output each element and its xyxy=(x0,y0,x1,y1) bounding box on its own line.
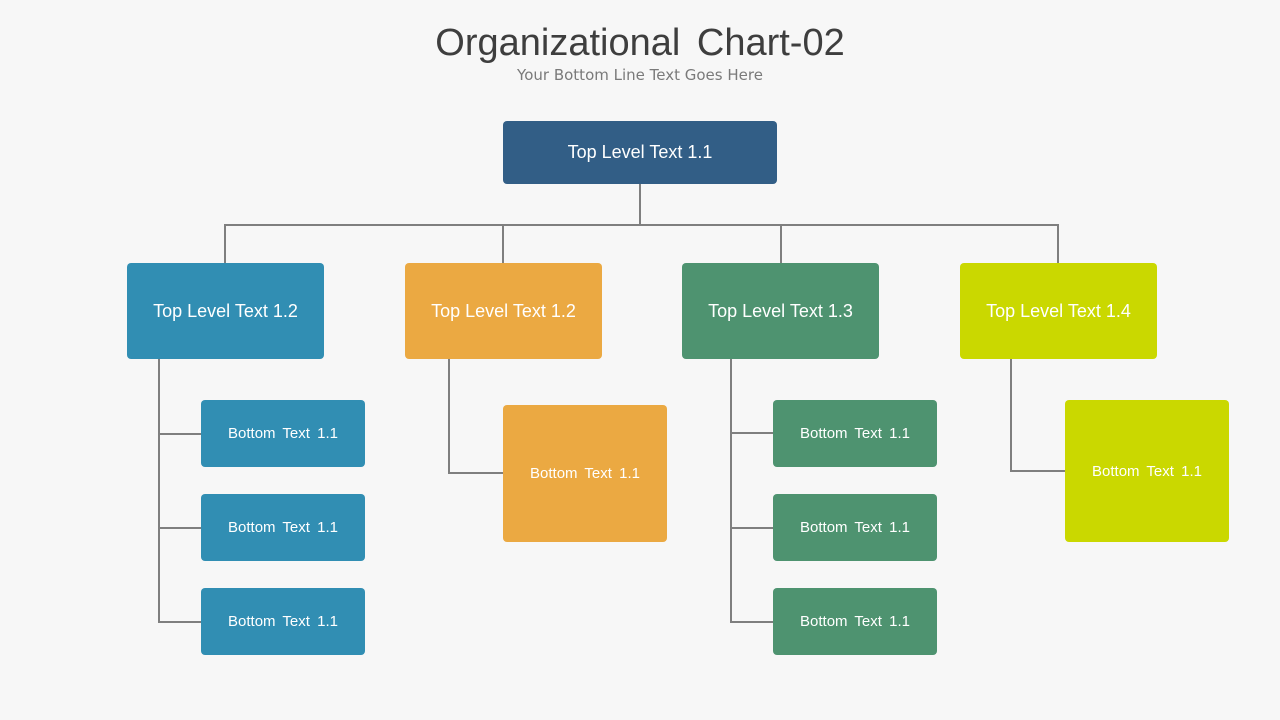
child-node-1-3[interactable]: Bottom Text 1.1 xyxy=(201,588,365,655)
page-subtitle: Your Bottom Line Text Goes Here xyxy=(517,66,763,84)
branch-node-1[interactable]: Top Level Text 1.2 xyxy=(127,263,324,359)
child-node-3-3[interactable]: Bottom Text 1.1 xyxy=(773,588,937,655)
connector-b1-c2 xyxy=(158,527,202,529)
child-node-1-2[interactable]: Bottom Text 1.1 xyxy=(201,494,365,561)
root-node-label: Top Level Text 1.1 xyxy=(567,142,713,162)
child-node-label: Bottom Text 1.1 xyxy=(800,519,910,536)
child-node-2-1[interactable]: Bottom Text 1.1 xyxy=(503,405,667,542)
branch-node-3[interactable]: Top Level Text 1.3 xyxy=(682,263,879,359)
branch-node-4[interactable]: Top Level Text 1.4 xyxy=(960,263,1157,359)
connector-b3-c1 xyxy=(730,432,774,434)
connector-b4-c1 xyxy=(1010,470,1066,472)
branch-node-label: Top Level Text 1.4 xyxy=(986,300,1131,321)
child-node-3-1[interactable]: Bottom Text 1.1 xyxy=(773,400,937,467)
connector-b3-c2 xyxy=(730,527,774,529)
connector-branch-1 xyxy=(224,224,226,264)
connector-branch-2 xyxy=(502,224,504,264)
child-node-label: Bottom Text 1.1 xyxy=(530,465,640,482)
branch-node-2[interactable]: Top Level Text 1.2 xyxy=(405,263,602,359)
connector-b2-c1 xyxy=(448,472,504,474)
child-node-3-2[interactable]: Bottom Text 1.1 xyxy=(773,494,937,561)
connector-b1-vertical xyxy=(158,359,160,623)
connector-branch-4 xyxy=(1057,224,1059,264)
connector-b1-c3 xyxy=(158,621,202,623)
child-node-label: Bottom Text 1.1 xyxy=(800,613,910,630)
child-node-4-1[interactable]: Bottom Text 1.1 xyxy=(1065,400,1229,542)
root-node[interactable]: Top Level Text 1.1 xyxy=(503,121,777,184)
child-node-label: Bottom Text 1.1 xyxy=(1092,462,1202,480)
branch-node-label: Top Level Text 1.2 xyxy=(431,300,576,321)
child-node-label: Bottom Text 1.1 xyxy=(800,425,910,442)
child-node-label: Bottom Text 1.1 xyxy=(228,519,338,536)
connector-b1-c1 xyxy=(158,433,202,435)
connector-branch-3 xyxy=(780,224,782,264)
connector-horizontal-bus xyxy=(224,224,1059,226)
child-node-label: Bottom Text 1.1 xyxy=(228,425,338,442)
branch-node-label: Top Level Text 1.2 xyxy=(153,300,298,321)
connector-b4-vertical xyxy=(1010,359,1012,472)
child-node-label: Bottom Text 1.1 xyxy=(228,613,338,630)
page-title: Organizational Chart-02 xyxy=(435,22,845,64)
connector-b3-c3 xyxy=(730,621,774,623)
connector-b3-vertical xyxy=(730,359,732,623)
connector-b2-vertical xyxy=(448,359,450,474)
child-node-1-1[interactable]: Bottom Text 1.1 xyxy=(201,400,365,467)
connector-root-down xyxy=(639,184,641,225)
branch-node-label: Top Level Text 1.3 xyxy=(708,300,853,321)
